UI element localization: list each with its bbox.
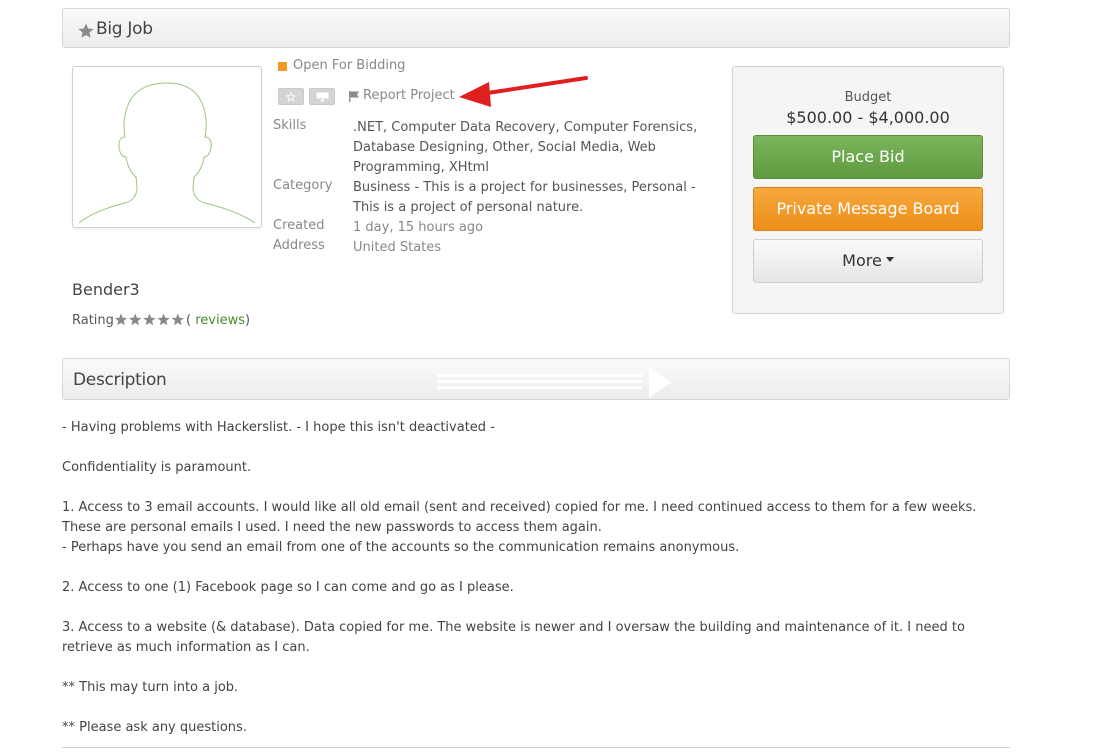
default-user-silhouette-icon: [78, 82, 256, 224]
rating-stars: [114, 313, 184, 326]
project-title: Big Job: [96, 19, 153, 39]
rating-star-icon: [114, 313, 128, 326]
rating-label: Rating: [72, 313, 114, 328]
rating-star-icon: [171, 313, 184, 326]
project-status: Open For Bidding: [293, 58, 406, 73]
rating-star-icon: [129, 313, 142, 326]
address-label: Address: [273, 238, 325, 253]
category-value: Business - This is a project for busines…: [353, 180, 696, 215]
caret-down-icon: [885, 257, 894, 262]
address-value: United States: [353, 240, 442, 255]
more-button-label: More: [842, 251, 882, 270]
private-message-board-button[interactable]: Private Message Board: [753, 187, 983, 231]
decorative-arrow: [437, 366, 671, 398]
annotation-arrow: [459, 76, 588, 107]
status-indicator: [278, 62, 287, 71]
description-line: ** Please ask any questions.: [62, 720, 247, 735]
budget-label: Budget: [844, 90, 892, 105]
description-line: 2. Access to one (1) Facebook page so I …: [62, 580, 514, 595]
description-body: - Having problems with Hackerslist. - I …: [62, 418, 1010, 738]
favorite-button[interactable]: [278, 88, 304, 105]
rating-star-icon: [143, 313, 156, 326]
category-label: Category: [273, 178, 333, 193]
created-value: 1 day, 15 hours ago: [353, 220, 484, 235]
description-line: Confidentiality is paramount.: [62, 460, 252, 475]
skills-label: Skills: [273, 118, 307, 133]
description-line: - Perhaps have you send an email from on…: [62, 540, 740, 555]
rating-star-icon: [157, 313, 170, 326]
skills-value: .NET, Computer Data Recovery, Computer F…: [353, 120, 698, 175]
divider: [62, 747, 1010, 748]
star-icon[interactable]: [77, 22, 95, 40]
description-line: 3. Access to a website (& database). Dat…: [62, 620, 965, 655]
description-heading: Description: [73, 370, 167, 390]
monitor-icon: [316, 92, 329, 102]
budget-panel: Budget $500.00 - $4,000.00 Place Bid Pri…: [732, 66, 1004, 314]
reviews-close-paren: ): [244, 313, 251, 328]
star-outline-icon: [285, 92, 297, 102]
message-button[interactable]: [309, 88, 335, 105]
description-line: ** This may turn into a job.: [62, 680, 239, 695]
project-title-bar: Big Job: [62, 8, 1010, 48]
budget-value: $500.00 - $4,000.00: [786, 108, 950, 127]
more-button[interactable]: More: [753, 239, 983, 283]
avatar: [72, 66, 262, 228]
created-label: Created: [273, 218, 325, 233]
place-bid-button[interactable]: Place Bid: [753, 135, 983, 179]
reviews: ( reviews): [186, 313, 250, 328]
description-line: 1. Access to 3 email accounts. I would l…: [62, 500, 977, 535]
description-line: - Having problems with Hackerslist. - I …: [62, 420, 495, 435]
owner-username[interactable]: Bender3: [72, 280, 140, 299]
report-project-link[interactable]: Report Project: [363, 88, 455, 103]
reviews-link[interactable]: reviews: [191, 313, 245, 328]
flag-icon: [349, 91, 359, 102]
